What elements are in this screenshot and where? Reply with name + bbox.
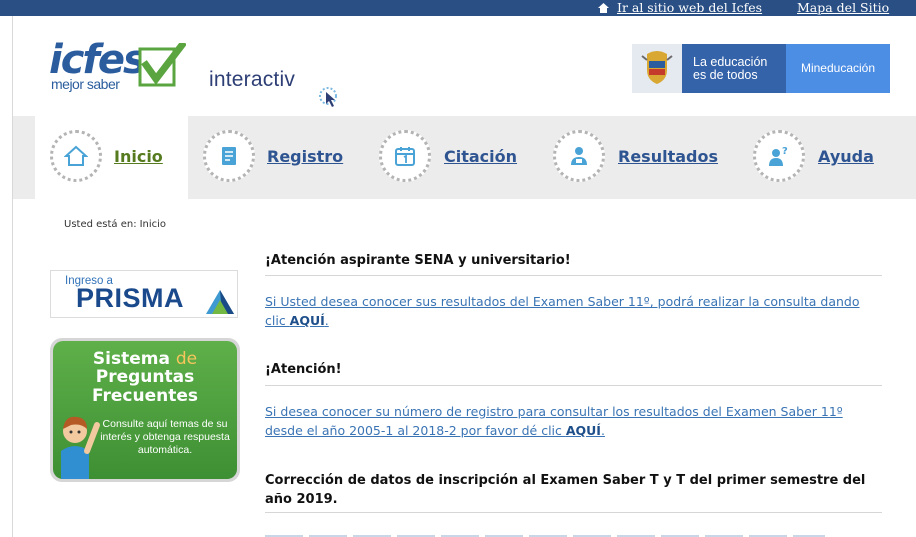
nav-label[interactable]: Inicio (114, 147, 163, 166)
nav-icon-circle (379, 130, 431, 182)
notice-link[interactable]: Si Usted desea conocer sus resultados de… (265, 292, 882, 330)
home-icon (64, 145, 88, 166)
nav-icon-circle (553, 130, 605, 182)
nav-label[interactable]: Resultados (618, 147, 718, 166)
coat-of-arms-icon (632, 44, 682, 93)
help-icon: ? (769, 146, 788, 166)
faq-title-line-2: Preguntas (95, 367, 195, 387)
nav-label[interactable]: Ayuda (818, 147, 874, 166)
faq-description: Consulte aquí temas de su interés y obte… (100, 418, 230, 456)
interactivo-logo: interactiv (209, 68, 296, 91)
main-nav: Inicio Registro Citación Resultados ? Ay… (13, 116, 916, 199)
breadcrumb-current: Inicio (139, 219, 167, 230)
logo-tagline: mejor saber (51, 76, 120, 92)
faq-banner[interactable]: Sistema de Preguntas Frecuentes Consulte… (50, 338, 240, 482)
notice-link[interactable]: Si desea conocer su número de registro p… (265, 402, 882, 440)
notice-title: ¡Atención! (265, 362, 342, 377)
calendar-icon (395, 147, 415, 166)
top-bar: Ir al sitio web del Icfes Mapa del Sitio (0, 0, 916, 16)
nav-icon-circle (50, 130, 102, 182)
notice-end: . (600, 423, 605, 438)
home-icon (598, 3, 609, 13)
prisma-logo-text: PRISMA (76, 283, 185, 313)
education-slogan: La educación es de todos (682, 44, 786, 93)
nav-icon-circle: ? (753, 130, 805, 182)
faq-title-connector: de (175, 349, 198, 369)
check-mark-icon (138, 43, 186, 87)
slogan-line-2: es de todos (693, 68, 758, 82)
aqui-link[interactable]: AQUÍ (290, 313, 325, 328)
nav-icon-circle (203, 130, 255, 182)
svg-text:?: ? (782, 146, 788, 157)
breadcrumb: Usted está en: Inicio (64, 219, 169, 230)
ministry-label: Mineducación (786, 44, 890, 93)
notice-end: . (324, 313, 329, 328)
notice-title: Corrección de datos de inscripción al Ex… (265, 473, 866, 507)
person-icon (571, 147, 587, 165)
cursor-click-icon (319, 87, 337, 107)
prisma-banner[interactable]: Ingreso a PRISMA (50, 270, 238, 318)
prisma-triangle-icon (206, 290, 234, 314)
form-icon (222, 147, 236, 165)
breadcrumb-prefix: Usted está en: (64, 219, 137, 230)
nav-label[interactable]: Citación (444, 147, 517, 166)
government-banner[interactable]: La educación es de todos Mineducación (632, 44, 890, 93)
divider (265, 275, 882, 276)
sitemap-link[interactable]: Mapa del Sitio (797, 0, 889, 15)
notice-text: Si Usted desea conocer sus resultados de… (265, 294, 860, 328)
notice-title: ¡Atención aspirante SENA y universitario… (265, 253, 571, 268)
faq-title-line-3: Frecuentes (91, 386, 199, 406)
divider (265, 512, 882, 513)
child-illustration-icon (61, 416, 100, 479)
faq-title-word: Sistema (92, 349, 170, 369)
aqui-link[interactable]: AQUÍ (566, 423, 601, 438)
notice-text: Si desea conocer su número de registro p… (265, 404, 843, 438)
divider (265, 385, 882, 386)
nav-label[interactable]: Registro (267, 147, 343, 166)
icfes-site-link[interactable]: Ir al sitio web del Icfes (617, 0, 762, 15)
page-container: icfes mejor saber interactiv La educació… (12, 16, 916, 537)
partially-visible-text (265, 532, 825, 537)
faq-banner-body: Sistema de Preguntas Frecuentes Consulte… (53, 341, 237, 479)
